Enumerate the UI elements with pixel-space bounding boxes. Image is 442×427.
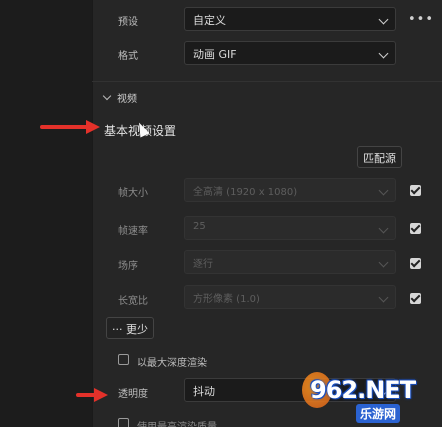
chevron-down-icon — [378, 14, 389, 25]
transparency-label: 透明度 — [118, 389, 148, 400]
field-order-value: 逐行 — [193, 259, 213, 270]
aspect-checkbox[interactable] — [410, 293, 421, 304]
field-order-select: 逐行 — [184, 250, 396, 274]
collapse-chevron-icon — [102, 91, 112, 101]
video-section-header[interactable]: 视频 — [102, 90, 137, 105]
chevron-down-icon — [378, 185, 389, 196]
format-select[interactable]: 动画 GIF — [184, 41, 396, 65]
aspect-select: 方形像素 (1.0) — [184, 285, 396, 309]
frame-size-checkbox[interactable] — [410, 185, 421, 196]
transparency-value: 抖动 — [193, 385, 215, 398]
section-divider — [92, 81, 442, 82]
aspect-value: 方形像素 (1.0) — [193, 294, 260, 305]
annotation-arrow — [76, 388, 108, 402]
watermark-main-text: 962.NET — [310, 376, 416, 404]
match-source-button[interactable]: 匹配源 — [357, 146, 402, 168]
preset-label: 预设 — [118, 17, 138, 28]
field-order-label: 场序 — [118, 261, 138, 272]
more-options-icon[interactable]: ••• — [408, 12, 434, 27]
video-section-title: 视频 — [117, 94, 137, 105]
frame-rate-label: 帧速率 — [118, 226, 148, 237]
aspect-label: 长宽比 — [118, 296, 148, 307]
render-quality-checkbox[interactable] — [118, 418, 129, 427]
frame-size-label: 帧大小 — [118, 188, 148, 199]
frame-rate-value: 25 — [193, 221, 206, 232]
preset-value: 自定义 — [193, 14, 226, 27]
chevron-down-icon — [378, 48, 389, 59]
format-value: 动画 GIF — [193, 48, 237, 61]
field-order-checkbox[interactable] — [410, 258, 421, 269]
chevron-down-icon — [378, 292, 389, 303]
frame-size-select: 全高清 (1920 x 1080) — [184, 178, 396, 202]
chevron-down-icon — [378, 257, 389, 268]
show-less-button[interactable]: ··· 更少 — [106, 317, 154, 339]
watermark-logo: 962.NET 乐游网 — [300, 370, 440, 425]
max-depth-checkbox[interactable] — [118, 354, 129, 365]
watermark-sub-text: 乐游网 — [356, 404, 401, 423]
frame-size-value: 全高清 (1920 x 1080) — [193, 187, 298, 198]
frame-rate-select: 25 — [184, 216, 396, 240]
render-quality-label: 使用最高渲染质量 — [137, 418, 217, 427]
annotation-arrow — [40, 120, 100, 134]
max-depth-label: 以最大深度渲染 — [137, 358, 207, 369]
frame-rate-checkbox[interactable] — [410, 223, 421, 234]
format-label: 格式 — [118, 51, 138, 62]
preset-select[interactable]: 自定义 — [184, 7, 396, 31]
chevron-down-icon — [378, 223, 389, 234]
left-column — [0, 0, 92, 427]
